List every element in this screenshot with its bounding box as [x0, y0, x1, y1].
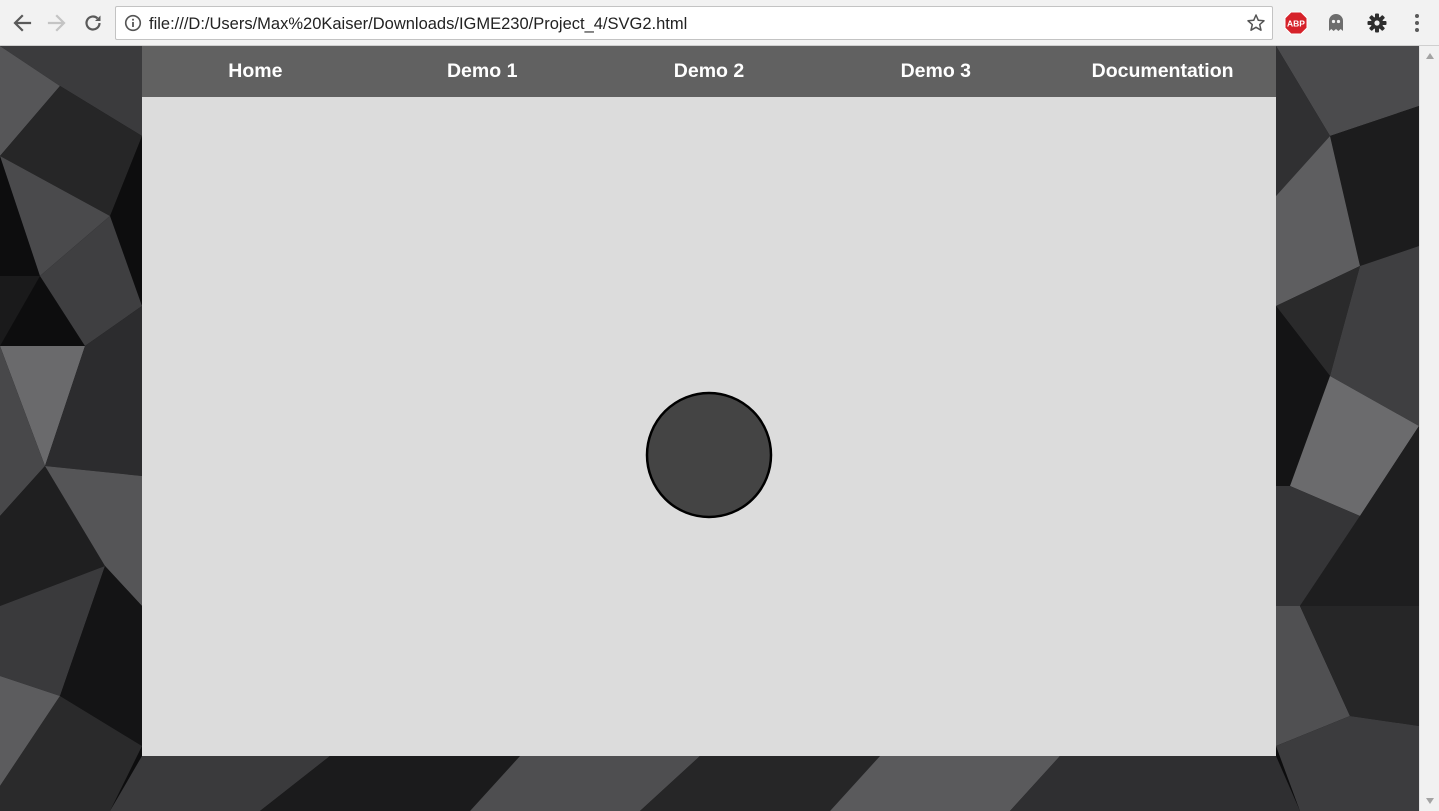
- nav-documentation[interactable]: Documentation: [1049, 46, 1276, 97]
- svg-stage[interactable]: [142, 97, 1276, 756]
- demo-circle[interactable]: [645, 391, 773, 519]
- url-text[interactable]: file:///D:/Users/Max%20Kaiser/Downloads/…: [149, 14, 687, 34]
- arrow-right-icon: [47, 14, 66, 32]
- menu-button[interactable]: [1405, 11, 1429, 35]
- scroll-down-arrow-icon[interactable]: [1425, 797, 1435, 805]
- gear-icon: [1367, 13, 1387, 33]
- nav-demo-2[interactable]: Demo 2: [596, 46, 823, 97]
- content-container: Home Demo 1 Demo 2 Demo 3 Documentation: [142, 46, 1276, 756]
- scroll-up-arrow-icon[interactable]: [1425, 52, 1435, 60]
- ghost-icon: [1329, 14, 1343, 31]
- adblock-badge: ABP: [1287, 19, 1305, 29]
- reload-icon: [85, 15, 101, 31]
- ghostery-button[interactable]: [1324, 11, 1348, 35]
- abp-icon: ABP: [1284, 11, 1308, 35]
- back-button[interactable]: [7, 8, 37, 38]
- forward-button[interactable]: [42, 8, 72, 38]
- browser-toolbar: file:///D:/Users/Max%20Kaiser/Downloads/…: [0, 0, 1439, 46]
- info-icon[interactable]: [124, 14, 142, 32]
- vertical-dots-icon: [1415, 14, 1419, 32]
- star-icon[interactable]: [1246, 13, 1266, 33]
- main-nav: Home Demo 1 Demo 2 Demo 3 Documentation: [142, 46, 1276, 97]
- nav-demo-1[interactable]: Demo 1: [369, 46, 596, 97]
- arrow-left-icon: [13, 14, 32, 32]
- address-bar[interactable]: file:///D:/Users/Max%20Kaiser/Downloads/…: [115, 6, 1273, 40]
- nav-home[interactable]: Home: [142, 46, 369, 97]
- nav-demo-3[interactable]: Demo 3: [822, 46, 1049, 97]
- vertical-scrollbar[interactable]: [1419, 46, 1439, 811]
- extension-button[interactable]: [1365, 11, 1389, 35]
- page-viewport: Home Demo 1 Demo 2 Demo 3 Documentation: [0, 46, 1419, 811]
- adblock-button[interactable]: ABP: [1284, 11, 1308, 35]
- reload-button[interactable]: [78, 8, 108, 38]
